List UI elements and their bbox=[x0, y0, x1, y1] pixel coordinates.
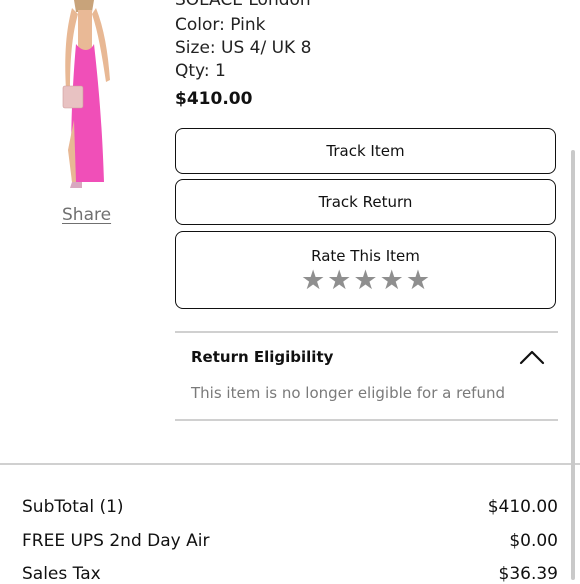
section-divider bbox=[0, 463, 580, 465]
summary-row-tax: Sales Tax $36.39 bbox=[22, 564, 558, 584]
divider bbox=[175, 419, 558, 421]
summary-label: FREE UPS 2nd Day Air bbox=[22, 531, 210, 551]
chevron-up-icon[interactable] bbox=[519, 349, 545, 365]
star-3-icon[interactable]: ★ bbox=[353, 267, 377, 294]
rate-item-label: Rate This Item bbox=[311, 246, 420, 265]
summary-value: $0.00 bbox=[509, 531, 558, 551]
summary-row-shipping: FREE UPS 2nd Day Air $0.00 bbox=[22, 531, 558, 551]
product-quantity: Qty: 1 bbox=[175, 61, 226, 81]
star-1-icon[interactable]: ★ bbox=[301, 267, 325, 294]
star-rating[interactable]: ★ ★ ★ ★ ★ bbox=[301, 267, 430, 294]
track-item-button[interactable]: Track Item bbox=[175, 128, 556, 174]
return-eligibility-title[interactable]: Return Eligibility bbox=[191, 348, 333, 366]
summary-value: $36.39 bbox=[498, 564, 558, 584]
summary-value: $410.00 bbox=[487, 497, 558, 517]
brand-name: SOLACE London bbox=[175, 0, 311, 10]
product-size: Size: US 4/ UK 8 bbox=[175, 38, 312, 58]
share-link[interactable]: Share bbox=[62, 205, 111, 225]
star-5-icon[interactable]: ★ bbox=[406, 267, 430, 294]
track-item-label: Track Item bbox=[326, 142, 405, 160]
track-return-button[interactable]: Track Return bbox=[175, 179, 556, 225]
star-4-icon[interactable]: ★ bbox=[380, 267, 404, 294]
product-image[interactable] bbox=[52, 0, 124, 192]
summary-label: SubTotal (1) bbox=[22, 497, 124, 517]
product-price: $410.00 bbox=[175, 89, 253, 109]
rate-item-box: Rate This Item ★ ★ ★ ★ ★ bbox=[175, 231, 556, 309]
product-color: Color: Pink bbox=[175, 15, 266, 35]
divider bbox=[175, 331, 558, 333]
summary-label: Sales Tax bbox=[22, 564, 101, 584]
scrollbar[interactable] bbox=[571, 150, 575, 580]
star-2-icon[interactable]: ★ bbox=[327, 267, 351, 294]
return-eligibility-message: This item is no longer eligible for a re… bbox=[191, 384, 505, 402]
summary-row-subtotal: SubTotal (1) $410.00 bbox=[22, 497, 558, 517]
track-return-label: Track Return bbox=[318, 193, 413, 211]
